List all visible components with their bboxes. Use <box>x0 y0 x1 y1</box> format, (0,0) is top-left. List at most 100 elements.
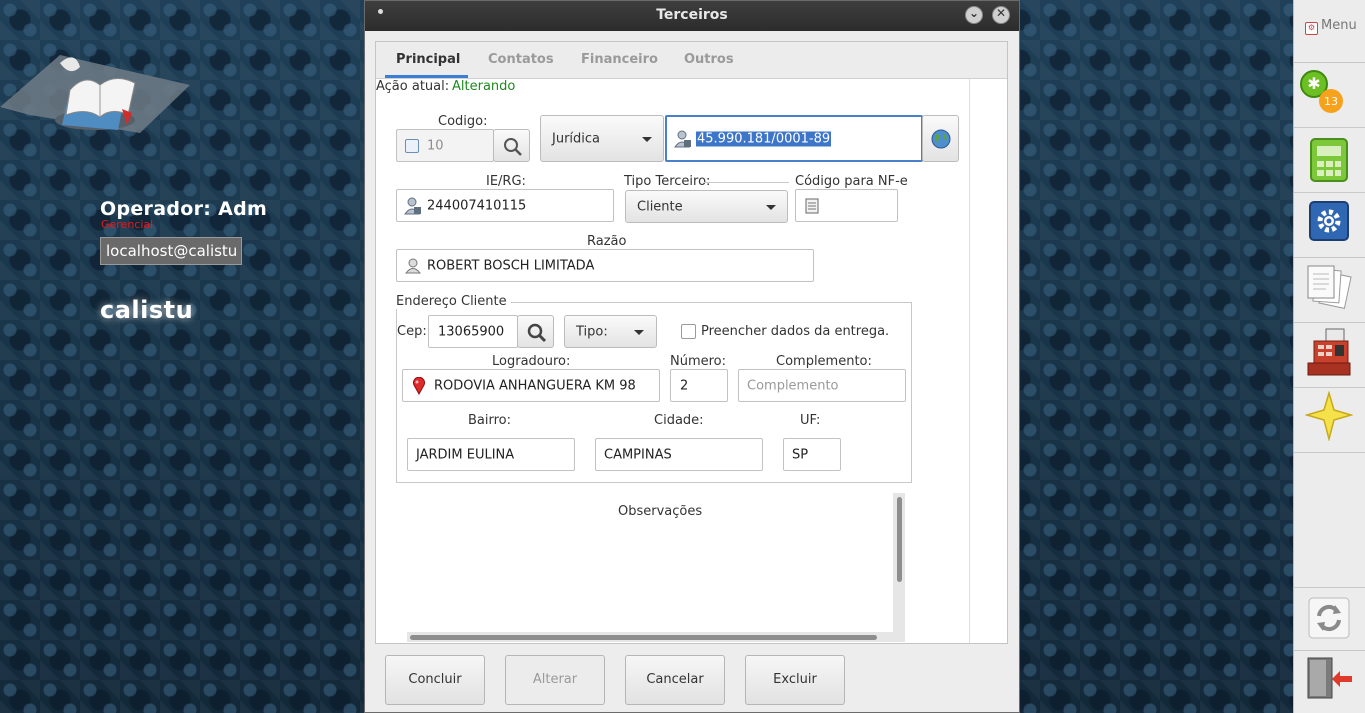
cidade-value: CAMPINAS <box>604 447 672 462</box>
pessoa-tipo-value: Jurídica <box>552 131 601 146</box>
codigo-nfe-field[interactable] <box>795 189 898 222</box>
concluir-button[interactable]: Concluir <box>385 655 485 705</box>
uf-label: UF: <box>800 413 821 428</box>
complemento-label: Complemento: <box>776 354 872 369</box>
logradouro-value: RODOVIA ANHANGUERA KM 98 <box>434 378 636 393</box>
observacoes-label: Observações <box>618 504 703 519</box>
alerts-icon[interactable]: ✱ 13 <box>1300 68 1350 122</box>
tipo-terceiro-select[interactable]: Cliente <box>625 190 788 223</box>
calculator-icon[interactable] <box>1309 137 1349 187</box>
exit-icon[interactable] <box>1304 654 1354 706</box>
tab-outros[interactable]: Outros <box>684 52 734 67</box>
dock-separator <box>1294 452 1365 453</box>
cep-search-button[interactable] <box>517 315 554 348</box>
logradouro-label: Logradouro: <box>492 354 571 369</box>
dock-separator <box>1294 192 1365 193</box>
alterar-button[interactable]: Alterar <box>505 655 605 705</box>
tab-contatos[interactable]: Contatos <box>488 52 554 67</box>
person-icon <box>405 258 421 273</box>
app-logo <box>0 45 195 140</box>
uf-field[interactable]: SP <box>783 438 841 471</box>
close-button[interactable]: ✕ <box>992 6 1010 24</box>
person-id-icon <box>404 197 421 214</box>
ie-field[interactable]: 244007410115 <box>396 189 614 222</box>
refresh-icon[interactable] <box>1308 597 1350 643</box>
chevron-down-icon <box>766 205 776 210</box>
menu-label: Menu <box>1321 18 1357 33</box>
bairro-label: Bairro: <box>468 413 512 428</box>
globe-icon <box>931 129 951 149</box>
documents-icon[interactable] <box>1304 262 1354 316</box>
logradouro-field[interactable]: RODOVIA ANHANGUERA KM 98 <box>402 369 660 402</box>
operator-role: Gerencial <box>101 218 154 231</box>
svg-text:✱: ✱ <box>1307 74 1320 93</box>
complemento-placeholder: Complemento <box>747 378 839 393</box>
dock-separator <box>1294 387 1365 388</box>
dock-separator <box>1294 127 1365 128</box>
codigo-nfe-label: Código para NF-e <box>795 174 908 189</box>
bairro-field[interactable]: JARDIM EULINA <box>407 438 575 471</box>
razao-field[interactable]: ROBERT BOSCH LIMITADA <box>396 249 814 282</box>
minimize-icon: ⌄ <box>968 6 980 20</box>
uf-value: SP <box>792 447 809 462</box>
acao-status: Alterando <box>452 79 516 94</box>
codigo-search-button[interactable] <box>493 129 530 162</box>
razao-label: Razão <box>587 234 627 249</box>
codigo-value: 10 <box>427 138 444 153</box>
numero-label: Número: <box>670 354 727 369</box>
settings-icon[interactable] <box>1309 201 1349 245</box>
cash-register-icon[interactable] <box>1304 327 1354 383</box>
razao-value: ROBERT BOSCH LIMITADA <box>427 258 595 273</box>
active-tab-indicator <box>385 75 468 78</box>
codigo-label: Codigo: <box>438 114 488 129</box>
dock-separator <box>1294 587 1365 588</box>
excluir-button[interactable]: Excluir <box>745 655 845 705</box>
menu-icon: ⚙ <box>1305 22 1318 35</box>
horizontal-scroll-thumb[interactable] <box>410 635 877 640</box>
lookup-web-button[interactable] <box>922 115 959 162</box>
endereco-label: Endereço Cliente <box>396 294 511 309</box>
cep-field[interactable]: 13065900 <box>428 315 518 348</box>
host-display: localhost@calistu <box>100 237 242 265</box>
favorites-star-icon[interactable] <box>1304 390 1354 445</box>
tipo-terceiro-value: Cliente <box>637 199 683 214</box>
vertical-scroll-thumb[interactable] <box>897 497 902 582</box>
person-id-icon <box>674 130 691 147</box>
id-icon <box>405 138 419 153</box>
dock-separator <box>1294 257 1365 258</box>
complemento-field[interactable]: Complemento <box>738 369 906 402</box>
codigo-field[interactable]: 10 <box>396 129 494 162</box>
minimize-button[interactable]: ⌄ <box>965 6 983 24</box>
endereco-tipo-select[interactable]: Tipo: <box>564 315 657 348</box>
tab-financeiro[interactable]: Financeiro <box>581 52 658 67</box>
group-line <box>704 182 789 183</box>
chevron-down-icon <box>642 137 652 142</box>
dock-separator <box>1294 650 1365 651</box>
document-icon <box>805 198 819 213</box>
menu-button[interactable]: ⚙ Menu <box>1305 18 1357 35</box>
dock-separator <box>1294 62 1365 63</box>
cep-label: Cep: <box>397 324 427 339</box>
preencher-checkbox[interactable] <box>681 324 696 339</box>
cidade-field[interactable]: CAMPINAS <box>595 438 763 471</box>
chevron-down-icon <box>634 330 644 335</box>
numero-field[interactable]: 2 <box>670 369 728 402</box>
cnpj-value: 45.990.181/0001-89 <box>696 131 832 146</box>
map-pin-icon <box>413 376 425 395</box>
pessoa-tipo-select[interactable]: Jurídica <box>540 115 664 162</box>
cep-value: 13065900 <box>438 324 505 339</box>
tab-principal[interactable]: Principal <box>396 52 460 67</box>
endereco-tipo-label: Tipo: <box>576 324 608 339</box>
close-icon: ✕ <box>995 6 1007 20</box>
cnpj-field[interactable]: 45.990.181/0001-89 <box>665 115 923 162</box>
dock-separator <box>1294 322 1365 323</box>
cancelar-button[interactable]: Cancelar <box>625 655 725 705</box>
operator-name: Operador: Adm <box>100 198 268 220</box>
acao-label: Ação atual: <box>376 79 450 94</box>
alerts-badge-count: 13 <box>1324 95 1338 108</box>
ie-label: IE/RG: <box>486 174 526 189</box>
search-icon <box>527 323 547 343</box>
numero-value: 2 <box>680 378 689 393</box>
preencher-label[interactable]: Preencher dados da entrega. <box>701 324 889 339</box>
tipo-terceiro-label: Tipo Terceiro: <box>624 174 711 189</box>
